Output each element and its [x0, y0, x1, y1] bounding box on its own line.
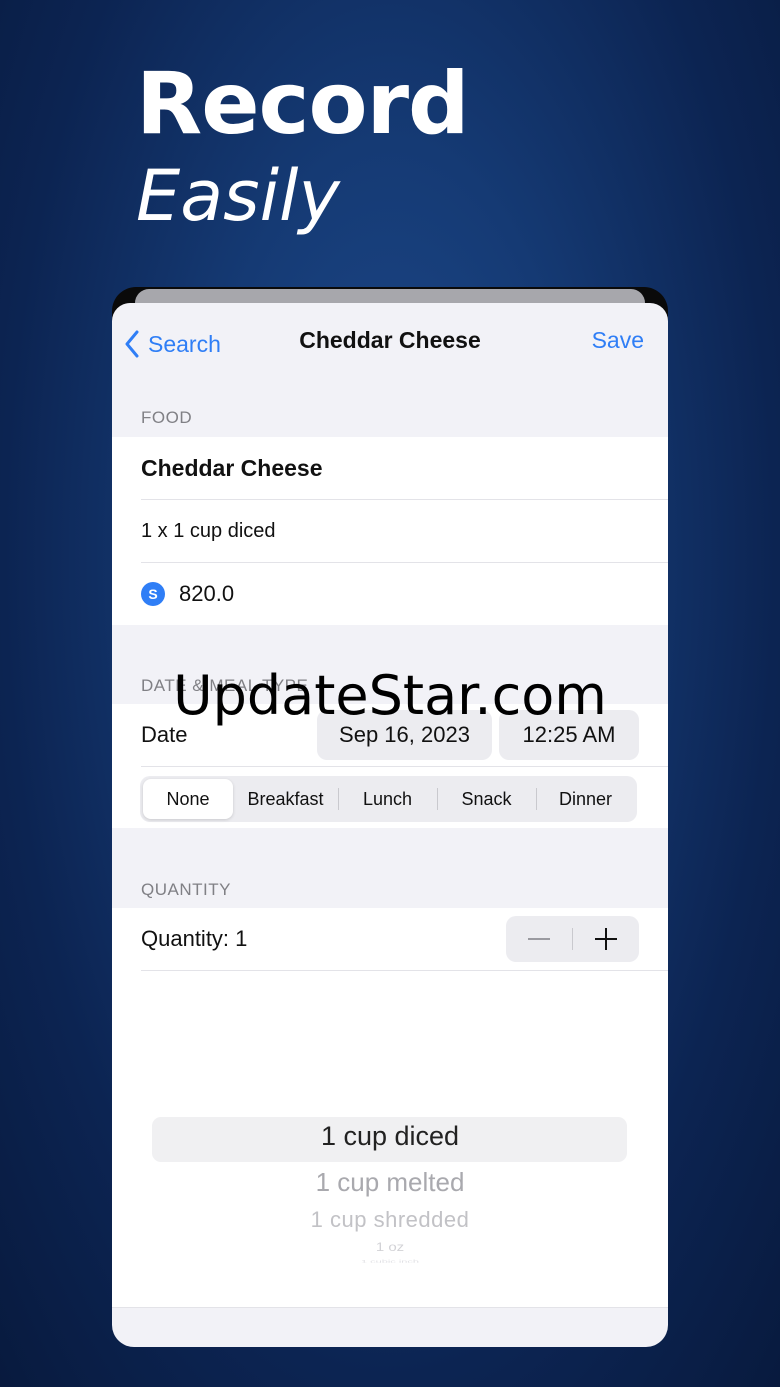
- headline-line-1: Record: [136, 54, 470, 154]
- increment-button[interactable]: [573, 916, 639, 962]
- meal-type-lunch[interactable]: Lunch: [339, 779, 436, 819]
- calorie-badge-icon: S: [141, 582, 165, 606]
- meal-type-breakfast[interactable]: Breakfast: [236, 779, 335, 819]
- picker-option[interactable]: 1 cup diced: [112, 1121, 668, 1152]
- quantity-stepper: [506, 916, 639, 962]
- plus-icon: [595, 928, 617, 950]
- serving-row[interactable]: 1 x 1 cup diced: [141, 500, 668, 562]
- meal-type-snack[interactable]: Snack: [438, 779, 535, 819]
- minus-icon: [528, 938, 550, 940]
- food-name-row[interactable]: Cheddar Cheese: [141, 437, 668, 499]
- phone-screen: Search Cheddar Cheese Save FOOD Cheddar …: [112, 303, 668, 1347]
- quantity-label: Quantity: 1: [141, 926, 248, 951]
- calories-value: 820.0: [179, 581, 235, 606]
- promo-headline: Record Easily: [136, 54, 470, 237]
- meal-type-dinner[interactable]: Dinner: [537, 779, 634, 819]
- food-name: Cheddar Cheese: [141, 454, 323, 481]
- picker-option[interactable]: 1 cup melted: [112, 1167, 668, 1198]
- serving-size-picker[interactable]: 1 cup diced 1 cup melted 1 cup shredded …: [112, 1113, 668, 1263]
- picker-option[interactable]: 1 oz: [112, 1241, 668, 1255]
- meal-type-segmented-control: None Breakfast Lunch Snack Dinner: [140, 776, 637, 822]
- page-title: Cheddar Cheese: [299, 327, 481, 353]
- meal-type-none[interactable]: None: [143, 779, 233, 819]
- picker-option[interactable]: 1 cubic inch: [112, 1259, 668, 1263]
- decrement-button[interactable]: [506, 916, 572, 962]
- food-section-header: FOOD: [141, 408, 193, 427]
- food-group: Cheddar Cheese 1 x 1 cup diced S 820.0: [112, 437, 668, 625]
- serving-text: 1 x 1 cup diced: [141, 519, 276, 542]
- watermark-text: UpdateStar.com: [173, 664, 607, 727]
- save-button[interactable]: Save: [592, 327, 644, 354]
- calories-row: S 820.0: [141, 563, 668, 625]
- quantity-section-header: QUANTITY: [141, 880, 231, 899]
- picker-option[interactable]: 1 cup shredded: [112, 1207, 668, 1233]
- headline-line-2: Easily: [136, 155, 340, 237]
- navigation-bar: Search Cheddar Cheese Save: [112, 303, 668, 383]
